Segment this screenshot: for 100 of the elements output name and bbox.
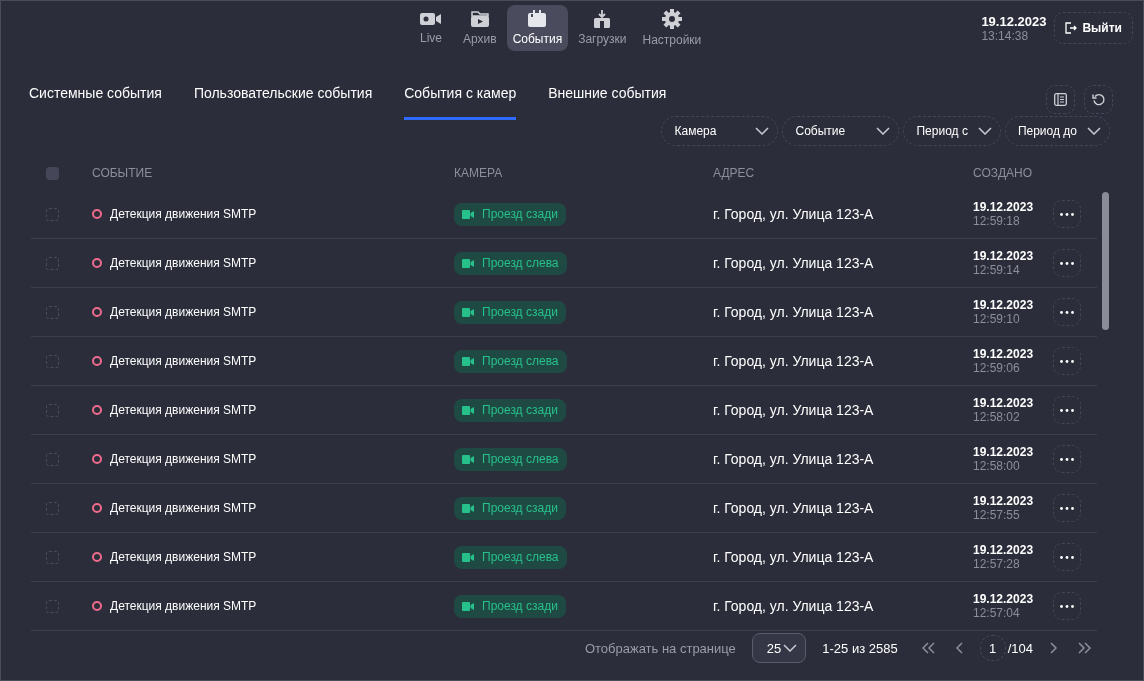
row-checkbox[interactable] bbox=[46, 256, 59, 270]
double-chevron-icon bbox=[919, 641, 936, 655]
events-tab[interactable]: Системные события bbox=[29, 69, 162, 120]
video-camera-icon bbox=[462, 209, 474, 219]
created-time: 12:58:00 bbox=[973, 459, 1021, 473]
created-time: 12:59:10 bbox=[973, 312, 1021, 326]
address-cell-text: г. Город, ул. Улица 123-А bbox=[713, 353, 875, 369]
nav-tab[interactable]: События bbox=[506, 5, 569, 51]
more-icon bbox=[1060, 408, 1074, 412]
created-time: 12:59:18 bbox=[973, 214, 1021, 228]
status-ring-icon bbox=[92, 258, 102, 268]
created-time: 12:59:14 bbox=[973, 263, 1021, 277]
address-cell-text: г. Город, ул. Улица 123-А bbox=[713, 451, 875, 467]
column-header: КАМЕРА bbox=[454, 166, 504, 180]
row-checkbox[interactable] bbox=[46, 550, 59, 564]
logout-icon bbox=[1065, 22, 1078, 34]
camera-tag: Проезд сзади bbox=[454, 594, 566, 618]
logout-button[interactable]: Выйти bbox=[1054, 12, 1133, 44]
created-date: 19.12.2023 bbox=[973, 347, 1035, 361]
created-date: 19.12.2023 bbox=[973, 200, 1035, 214]
per-page-label: Отображать на странице bbox=[584, 640, 736, 656]
more-button[interactable] bbox=[1053, 298, 1081, 326]
current-time: 13:14:38 bbox=[981, 28, 1030, 43]
page-input[interactable]: 1 bbox=[979, 635, 1006, 661]
nav-tab[interactable]: Настройки bbox=[636, 5, 708, 51]
more-button[interactable] bbox=[1053, 494, 1081, 522]
row-checkbox[interactable] bbox=[46, 207, 59, 221]
camera-tag: Проезд сзади bbox=[454, 496, 566, 520]
more-icon bbox=[1060, 261, 1074, 265]
camera-tag: Проезд слева bbox=[454, 251, 567, 275]
event-name: Детекция движения SMTP bbox=[110, 354, 257, 368]
camera-tag: Проезд сзади bbox=[454, 300, 566, 324]
created-time: 12:57:04 bbox=[973, 606, 1021, 620]
event-name: Детекция движения SMTP bbox=[110, 501, 257, 515]
created-date: 19.12.2023 bbox=[973, 494, 1035, 508]
address-cell-text: г. Город, ул. Улица 123-А bbox=[713, 402, 875, 418]
created-time: 12:59:06 bbox=[973, 361, 1021, 375]
select-all-checkbox[interactable] bbox=[46, 166, 59, 180]
per-page-select[interactable]: 25 bbox=[751, 633, 807, 663]
more-button[interactable] bbox=[1053, 396, 1081, 424]
camera-tag: Проезд сзади bbox=[454, 398, 566, 422]
column-header: СОБЫТИЕ bbox=[92, 166, 154, 180]
address-cell-text: г. Город, ул. Улица 123-А bbox=[713, 255, 875, 271]
more-icon bbox=[1060, 457, 1074, 461]
video-camera-icon bbox=[420, 11, 442, 27]
nav-tab[interactable]: Live bbox=[409, 5, 453, 51]
row-checkbox[interactable] bbox=[46, 305, 59, 319]
more-button[interactable] bbox=[1053, 592, 1081, 620]
address-cell-text: г. Город, ул. Улица 123-А bbox=[713, 206, 875, 222]
camera-tag: Проезд слева bbox=[454, 447, 567, 471]
more-button[interactable] bbox=[1053, 200, 1081, 228]
more-icon bbox=[1060, 359, 1074, 363]
calendar-icon bbox=[527, 10, 548, 28]
events-tab[interactable]: Пользовательские события bbox=[193, 69, 373, 120]
created-time: 12:57:55 bbox=[973, 508, 1021, 522]
total-pages: /104 bbox=[1007, 640, 1033, 656]
status-ring-icon bbox=[92, 209, 102, 219]
event-name: Детекция движения SMTP bbox=[110, 256, 257, 270]
more-icon bbox=[1060, 604, 1074, 608]
more-icon bbox=[1060, 310, 1074, 314]
columns-button[interactable] bbox=[1046, 85, 1075, 114]
column-header: СОЗДАНО bbox=[973, 166, 1034, 180]
row-checkbox[interactable] bbox=[46, 599, 59, 613]
address-cell-text: г. Город, ул. Улица 123-А bbox=[713, 598, 875, 614]
video-camera-icon bbox=[462, 503, 474, 513]
scrollbar[interactable] bbox=[1102, 192, 1109, 330]
row-checkbox[interactable] bbox=[46, 354, 59, 368]
event-name: Детекция движения SMTP bbox=[110, 550, 257, 564]
nav-tab[interactable]: Архив bbox=[457, 5, 503, 51]
chevron-down-icon bbox=[977, 127, 992, 135]
video-camera-icon bbox=[462, 552, 474, 562]
refresh-icon bbox=[1091, 92, 1106, 107]
more-button[interactable] bbox=[1053, 347, 1081, 375]
events-tab[interactable]: События с камер bbox=[404, 69, 517, 120]
event-name: Детекция движения SMTP bbox=[110, 305, 257, 319]
nav-tab[interactable]: Загрузки bbox=[572, 5, 633, 51]
video-camera-icon bbox=[462, 601, 474, 611]
address-cell-text: г. Город, ул. Улица 123-А bbox=[713, 304, 875, 320]
created-date: 19.12.2023 bbox=[973, 396, 1035, 410]
event-name: Детекция движения SMTP bbox=[110, 452, 257, 466]
event-name: Детекция движения SMTP bbox=[110, 403, 257, 417]
video-camera-icon bbox=[462, 258, 474, 268]
video-camera-icon bbox=[462, 356, 474, 366]
event-name: Детекция движения SMTP bbox=[110, 599, 257, 613]
status-ring-icon bbox=[92, 405, 102, 415]
status-ring-icon bbox=[92, 601, 102, 611]
more-button[interactable] bbox=[1053, 249, 1081, 277]
row-checkbox[interactable] bbox=[46, 452, 59, 466]
double-chevron-icon bbox=[1077, 641, 1093, 655]
more-button[interactable] bbox=[1053, 543, 1081, 571]
chevron-down-icon bbox=[755, 127, 770, 135]
video-camera-icon bbox=[462, 307, 474, 317]
row-checkbox[interactable] bbox=[46, 403, 59, 417]
status-ring-icon bbox=[92, 503, 102, 513]
row-checkbox[interactable] bbox=[46, 501, 59, 515]
refresh-button[interactable] bbox=[1084, 85, 1113, 114]
status-ring-icon bbox=[92, 307, 102, 317]
created-time: 12:57:28 bbox=[973, 557, 1021, 571]
more-button[interactable] bbox=[1053, 445, 1081, 473]
created-time: 12:58:02 bbox=[973, 410, 1021, 424]
